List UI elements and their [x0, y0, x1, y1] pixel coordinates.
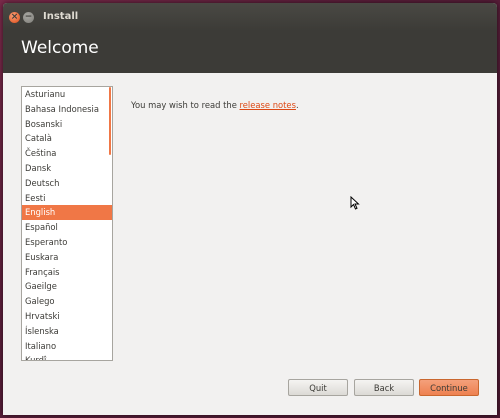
scrollbar-thumb[interactable]: [109, 87, 111, 155]
quit-button[interactable]: Quit: [288, 379, 348, 396]
language-list-item[interactable]: Asturianu: [22, 87, 112, 102]
language-list-item[interactable]: Íslenska: [22, 324, 112, 339]
language-list-item[interactable]: Euskara: [22, 250, 112, 265]
language-list-item[interactable]: Français: [22, 265, 112, 280]
back-button[interactable]: Back: [354, 379, 414, 396]
language-list-item[interactable]: Čeština: [22, 146, 112, 161]
language-list-item[interactable]: Esperanto: [22, 235, 112, 250]
notes-suffix: .: [295, 100, 299, 110]
title-bar[interactable]: × − Install: [3, 3, 497, 31]
language-list-item[interactable]: Español: [22, 220, 112, 235]
minimize-icon[interactable]: −: [23, 12, 34, 23]
mouse-pointer-icon: [350, 196, 360, 210]
close-icon[interactable]: ×: [9, 12, 20, 23]
language-list-item[interactable]: Gaeilge: [22, 279, 112, 294]
continue-button[interactable]: Continue: [419, 379, 479, 396]
page-header: Welcome: [3, 31, 497, 73]
release-notes-text: You may wish to read the release notes.: [131, 100, 299, 110]
language-list-item[interactable]: Galego: [22, 294, 112, 309]
language-list-item[interactable]: Dansk: [22, 161, 112, 176]
language-list-item[interactable]: Bosanski: [22, 117, 112, 132]
language-list-item[interactable]: Deutsch: [22, 176, 112, 191]
window-title: Install: [43, 11, 79, 22]
language-list-item[interactable]: English: [22, 205, 112, 221]
language-list-item[interactable]: Hrvatski: [22, 309, 112, 324]
language-list-item[interactable]: Català: [22, 131, 112, 146]
notes-prefix: You may wish to read the: [131, 100, 240, 110]
language-list-item[interactable]: Eesti: [22, 191, 112, 206]
installer-window: × − Install Welcome Asturianu Bahasa Indo…: [3, 3, 497, 415]
language-list-item[interactable]: Italiano: [22, 339, 112, 354]
release-notes-link[interactable]: release notes: [240, 100, 296, 110]
page-title: Welcome: [21, 38, 99, 58]
language-list-item[interactable]: Bahasa Indonesia: [22, 102, 112, 117]
language-list-item[interactable]: Kurdî: [22, 353, 112, 360]
language-list[interactable]: Asturianu Bahasa Indonesia Bosanski Català Č…: [21, 86, 113, 361]
